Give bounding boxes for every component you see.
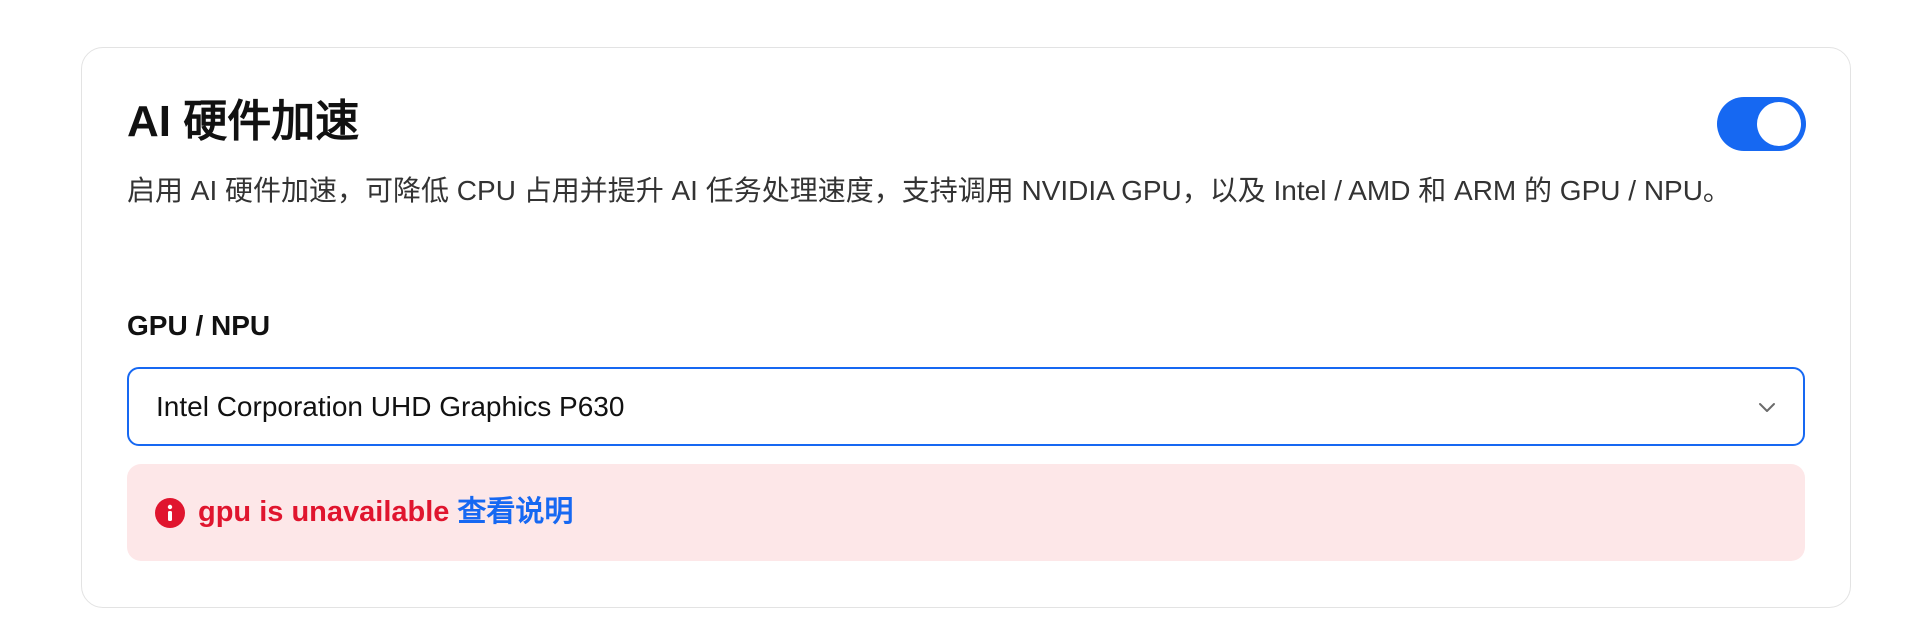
alert-message: gpu is unavailable xyxy=(198,496,450,528)
alert-message-line: gpu is unavailable 查看说明 xyxy=(198,494,573,530)
device-select[interactable]: Intel Corporation UHD Graphics P630 xyxy=(127,367,1805,446)
ai-acceleration-toggle[interactable] xyxy=(1717,97,1806,151)
error-alert: gpu is unavailable 查看说明 xyxy=(127,464,1805,561)
section-description: 启用 AI 硬件加速，可降低 CPU 占用并提升 AI 任务处理速度，支持调用 … xyxy=(127,175,1731,206)
view-instructions-link[interactable]: 查看说明 xyxy=(457,496,573,528)
toggle-knob xyxy=(1757,102,1801,146)
chevron-down-icon xyxy=(1759,403,1775,412)
section-title: AI 硬件加速 xyxy=(127,97,360,146)
device-select-label: GPU / NPU xyxy=(127,310,271,341)
device-select-value: Intel Corporation UHD Graphics P630 xyxy=(156,391,625,422)
info-icon xyxy=(155,498,185,528)
ai-acceleration-card: AI 硬件加速 启用 AI 硬件加速，可降低 CPU 占用并提升 AI 任务处理… xyxy=(81,47,1851,608)
